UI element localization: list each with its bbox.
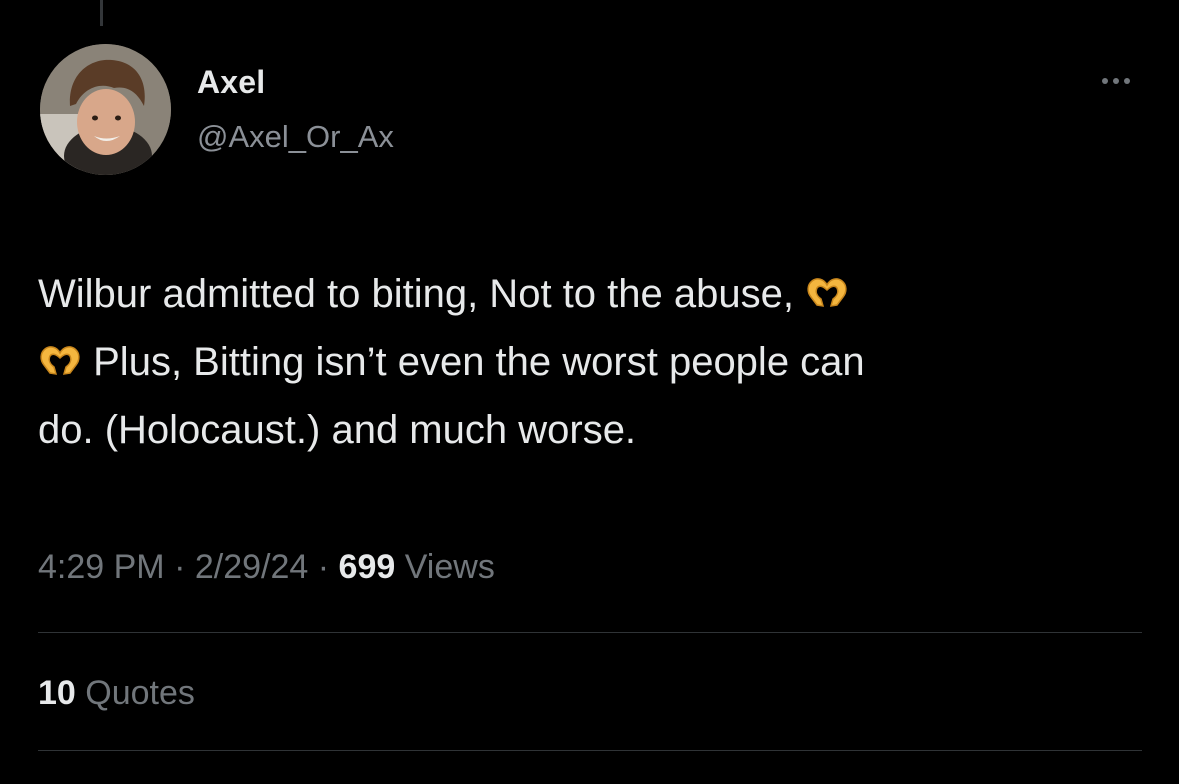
more-dot <box>1102 78 1108 84</box>
author-name[interactable]: Axel <box>197 64 265 101</box>
tweet-line-1-text: Wilbur admitted to biting, Not to the ab… <box>38 272 794 316</box>
tweet-line-2-text: Plus, Bitting isn’t even the worst peopl… <box>93 340 865 384</box>
tweet-line-3: do. (Holocaust.) and much worse. <box>38 408 637 452</box>
thread-connector-line <box>100 0 103 26</box>
quotes-count: 10 <box>38 674 76 712</box>
quotes-link[interactable]: 10 Quotes <box>38 674 195 713</box>
tweet-line-1: Wilbur admitted to biting, Not to the ab… <box>38 260 1138 328</box>
views-label: Views <box>404 548 495 586</box>
divider <box>38 632 1142 633</box>
tweet-text: Wilbur admitted to biting, Not to the ab… <box>38 260 1138 464</box>
more-dot <box>1113 78 1119 84</box>
meta-separator: · <box>174 548 186 586</box>
more-dot <box>1124 78 1130 84</box>
more-options-icon[interactable] <box>1090 66 1142 96</box>
divider <box>38 750 1142 751</box>
quotes-label: Quotes <box>85 674 195 712</box>
avatar[interactable] <box>40 44 171 175</box>
meta-separator: · <box>317 548 330 586</box>
tweet-time[interactable]: 4:29 PM <box>38 548 165 586</box>
author-handle[interactable]: @Axel_Or_Ax <box>197 119 394 155</box>
tweet-line-2: Plus, Bitting isn’t even the worst peopl… <box>38 328 1138 396</box>
heart-hands-icon <box>38 343 82 379</box>
tweet-metadata: 4:29 PM · 2/29/24 · 699 Views <box>38 548 495 587</box>
heart-hands-icon <box>805 275 849 311</box>
avatar-photo <box>40 44 171 175</box>
views-count: 699 <box>338 548 396 586</box>
tweet-date[interactable]: 2/29/24 <box>195 548 308 586</box>
